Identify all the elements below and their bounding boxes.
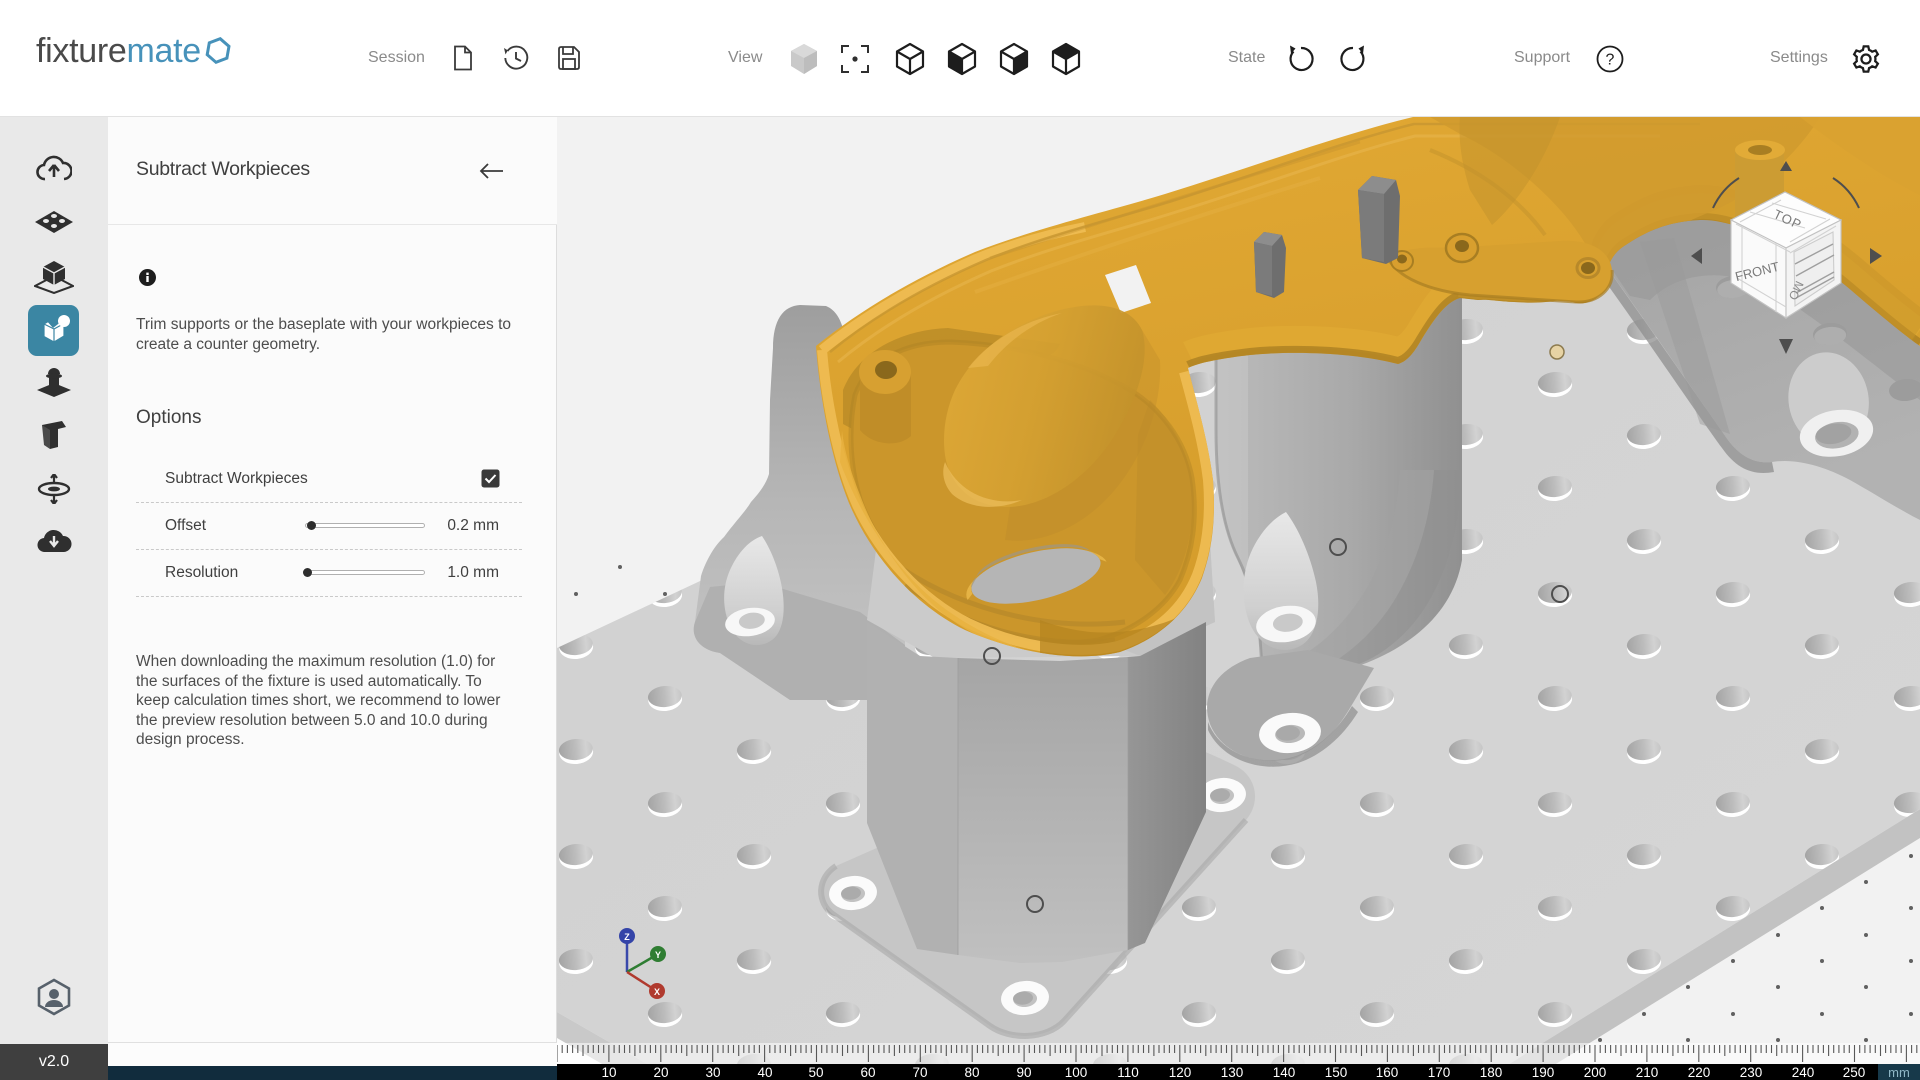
svg-text:230: 230	[1740, 1065, 1763, 1080]
svg-text:mm: mm	[1888, 1065, 1910, 1080]
svg-text:200: 200	[1584, 1065, 1607, 1080]
svg-text:190: 190	[1532, 1065, 1555, 1080]
svg-text:50: 50	[808, 1065, 823, 1080]
svg-text:110: 110	[1117, 1065, 1139, 1080]
svg-text:10: 10	[601, 1065, 616, 1080]
svg-text:210: 210	[1636, 1065, 1659, 1080]
svg-text:60: 60	[860, 1065, 875, 1080]
svg-text:?: ?	[1606, 52, 1615, 69]
svg-text:130: 130	[1221, 1065, 1244, 1080]
svg-text:120: 120	[1169, 1065, 1192, 1080]
svg-text:Z: Z	[624, 932, 630, 942]
svg-text:X: X	[654, 987, 660, 997]
svg-text:20: 20	[653, 1065, 668, 1080]
svg-text:90: 90	[1016, 1065, 1031, 1080]
svg-text:240: 240	[1792, 1065, 1815, 1080]
svg-text:140: 140	[1273, 1065, 1296, 1080]
svg-text:70: 70	[912, 1065, 927, 1080]
svg-text:220: 220	[1688, 1065, 1711, 1080]
svg-text:150: 150	[1325, 1065, 1348, 1080]
svg-text:40: 40	[757, 1065, 772, 1080]
svg-text:180: 180	[1480, 1065, 1503, 1080]
svg-text:170: 170	[1428, 1065, 1451, 1080]
svg-text:160: 160	[1376, 1065, 1399, 1080]
svg-text:250: 250	[1843, 1065, 1866, 1080]
svg-text:30: 30	[705, 1065, 720, 1080]
svg-text:80: 80	[964, 1065, 979, 1080]
svg-text:Y: Y	[655, 950, 661, 960]
svg-text:100: 100	[1065, 1065, 1088, 1080]
